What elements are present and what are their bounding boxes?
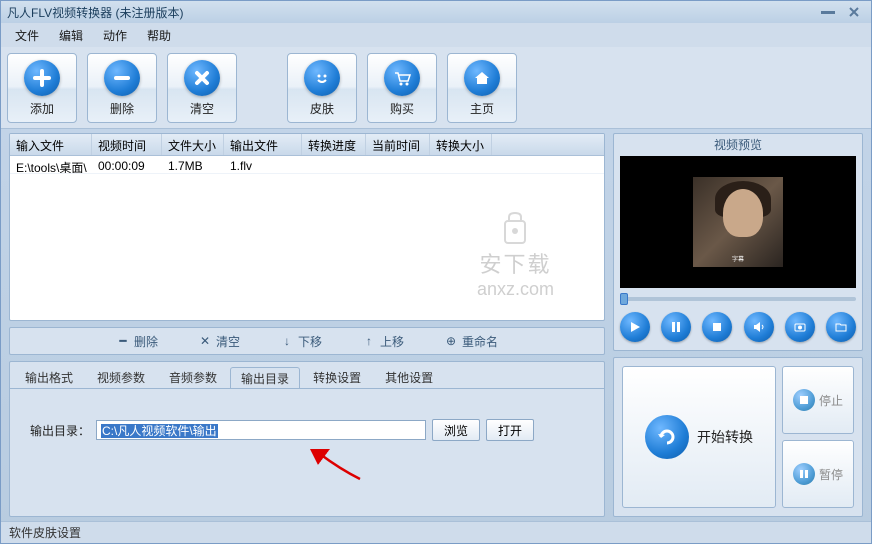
arrow-down-icon: ↓ (280, 334, 294, 348)
tab-convert[interactable]: 转换设置 (302, 366, 372, 388)
smile-icon (304, 60, 340, 96)
delete-label: 删除 (110, 100, 134, 117)
delete-button[interactable]: 删除 (87, 53, 157, 123)
tab-format[interactable]: 输出格式 (14, 366, 84, 388)
action-clear[interactable]: ✕清空 (198, 333, 240, 350)
start-convert-button[interactable]: 开始转换 (622, 366, 776, 508)
cell-output: 1.flv (224, 156, 302, 173)
add-label: 添加 (30, 100, 54, 117)
add-button[interactable]: 添加 (7, 53, 77, 123)
annotation-arrow-icon (310, 449, 370, 489)
pause-small-icon (793, 463, 815, 485)
table-header: 输入文件 视频时间 文件大小 输出文件 转换进度 当前时间 转换大小 (10, 134, 604, 156)
buy-button[interactable]: 购买 (367, 53, 437, 123)
menubar: 文件 编辑 动作 帮助 (1, 23, 871, 47)
buy-label: 购买 (390, 100, 414, 117)
left-column: 输入文件 视频时间 文件大小 输出文件 转换进度 当前时间 转换大小 E:\to… (9, 133, 605, 517)
status-text: 软件皮肤设置 (9, 524, 81, 541)
start-convert-label: 开始转换 (697, 427, 753, 447)
seek-slider[interactable] (620, 290, 856, 308)
stop-convert-button[interactable]: 停止 (782, 366, 854, 434)
rename-icon: ⊕ (444, 334, 458, 348)
tab-content-outdir: 输出目录： C:\凡人视频软件\输出 浏览 打开 (10, 388, 604, 516)
menu-help[interactable]: 帮助 (141, 25, 177, 46)
action-up[interactable]: ↑上移 (362, 333, 404, 350)
open-button[interactable]: 打开 (486, 419, 534, 441)
convert-panel: 开始转换 停止 暂停 (613, 357, 863, 517)
cell-duration: 00:00:09 (92, 156, 162, 173)
player-controls (620, 310, 856, 344)
window-title: 凡人FLV视频转换器 (未注册版本) (7, 4, 813, 21)
toolbar: 添加 删除 清空 皮肤 购买 主页 (1, 47, 871, 129)
table-body[interactable]: E:\tools\桌面\ 00:00:09 1.7MB 1.flv 安下载 an… (10, 156, 604, 320)
close-button[interactable] (843, 5, 865, 19)
menu-action[interactable]: 动作 (97, 25, 133, 46)
table-row[interactable]: E:\tools\桌面\ 00:00:09 1.7MB 1.flv (10, 156, 604, 174)
th-outsize[interactable]: 转换大小 (430, 134, 492, 155)
th-input[interactable]: 输入文件 (10, 134, 92, 155)
home-label: 主页 (470, 100, 494, 117)
action-rename[interactable]: ⊕重命名 (444, 333, 498, 350)
th-current[interactable]: 当前时间 (366, 134, 430, 155)
cell-outsize (430, 156, 492, 173)
action-bar: ━删除 ✕清空 ↓下移 ↑上移 ⊕重命名 (9, 327, 605, 355)
th-duration[interactable]: 视频时间 (92, 134, 162, 155)
th-size[interactable]: 文件大小 (162, 134, 224, 155)
stop-button[interactable] (702, 312, 732, 342)
arrow-up-icon: ↑ (362, 334, 376, 348)
tab-other[interactable]: 其他设置 (374, 366, 444, 388)
convert-icon (645, 415, 689, 459)
statusbar: 软件皮肤设置 (1, 521, 871, 543)
pause-button[interactable] (661, 312, 691, 342)
th-progress[interactable]: 转换进度 (302, 134, 366, 155)
volume-button[interactable] (744, 312, 774, 342)
tab-outdir[interactable]: 输出目录 (230, 367, 300, 389)
snapshot-button[interactable] (785, 312, 815, 342)
cell-current (366, 156, 430, 173)
main-row: 输入文件 视频时间 文件大小 输出文件 转换进度 当前时间 转换大小 E:\to… (1, 129, 871, 521)
app-window: 凡人FLV视频转换器 (未注册版本) 文件 编辑 动作 帮助 添加 删除 清空 … (0, 0, 872, 544)
minus-icon (104, 60, 140, 96)
stop-small-icon (793, 389, 815, 411)
x-small-icon: ✕ (198, 334, 212, 348)
right-column: 视频预览 字幕 开始 (613, 133, 863, 517)
minimize-button[interactable] (817, 5, 839, 19)
preview-panel: 视频预览 字幕 (613, 133, 863, 351)
menu-edit[interactable]: 编辑 (53, 25, 89, 46)
clear-button[interactable]: 清空 (167, 53, 237, 123)
action-down[interactable]: ↓下移 (280, 333, 322, 350)
clear-label: 清空 (190, 100, 214, 117)
file-table: 输入文件 视频时间 文件大小 输出文件 转换进度 当前时间 转换大小 E:\to… (9, 133, 605, 321)
tab-audio[interactable]: 音频参数 (158, 366, 228, 388)
cell-progress (302, 156, 366, 173)
tabs-head: 输出格式 视频参数 音频参数 输出目录 转换设置 其他设置 (10, 362, 604, 388)
video-thumbnail: 字幕 (693, 177, 783, 267)
x-icon (184, 60, 220, 96)
menu-file[interactable]: 文件 (9, 25, 45, 46)
skin-label: 皮肤 (310, 100, 334, 117)
home-button[interactable]: 主页 (447, 53, 517, 123)
plus-icon (24, 60, 60, 96)
titlebar: 凡人FLV视频转换器 (未注册版本) (1, 1, 871, 23)
home-icon (464, 60, 500, 96)
outdir-input[interactable]: C:\凡人视频软件\输出 (96, 420, 426, 440)
tabs-panel: 输出格式 视频参数 音频参数 输出目录 转换设置 其他设置 输出目录： C:\凡… (9, 361, 605, 517)
outdir-label: 输出目录： (30, 422, 90, 439)
play-button[interactable] (620, 312, 650, 342)
pause-convert-button[interactable]: 暂停 (782, 440, 854, 508)
video-preview[interactable]: 字幕 (620, 156, 856, 288)
tab-video[interactable]: 视频参数 (86, 366, 156, 388)
skin-button[interactable]: 皮肤 (287, 53, 357, 123)
th-output[interactable]: 输出文件 (224, 134, 302, 155)
preview-title: 视频预览 (614, 134, 862, 154)
cell-input: E:\tools\桌面\ (10, 156, 92, 173)
cart-icon (384, 60, 420, 96)
folder-button[interactable] (826, 312, 856, 342)
action-delete[interactable]: ━删除 (116, 333, 158, 350)
cell-size: 1.7MB (162, 156, 224, 173)
browse-button[interactable]: 浏览 (432, 419, 480, 441)
watermark: 安下载 anxz.com (477, 207, 554, 300)
minus-small-icon: ━ (116, 334, 130, 348)
